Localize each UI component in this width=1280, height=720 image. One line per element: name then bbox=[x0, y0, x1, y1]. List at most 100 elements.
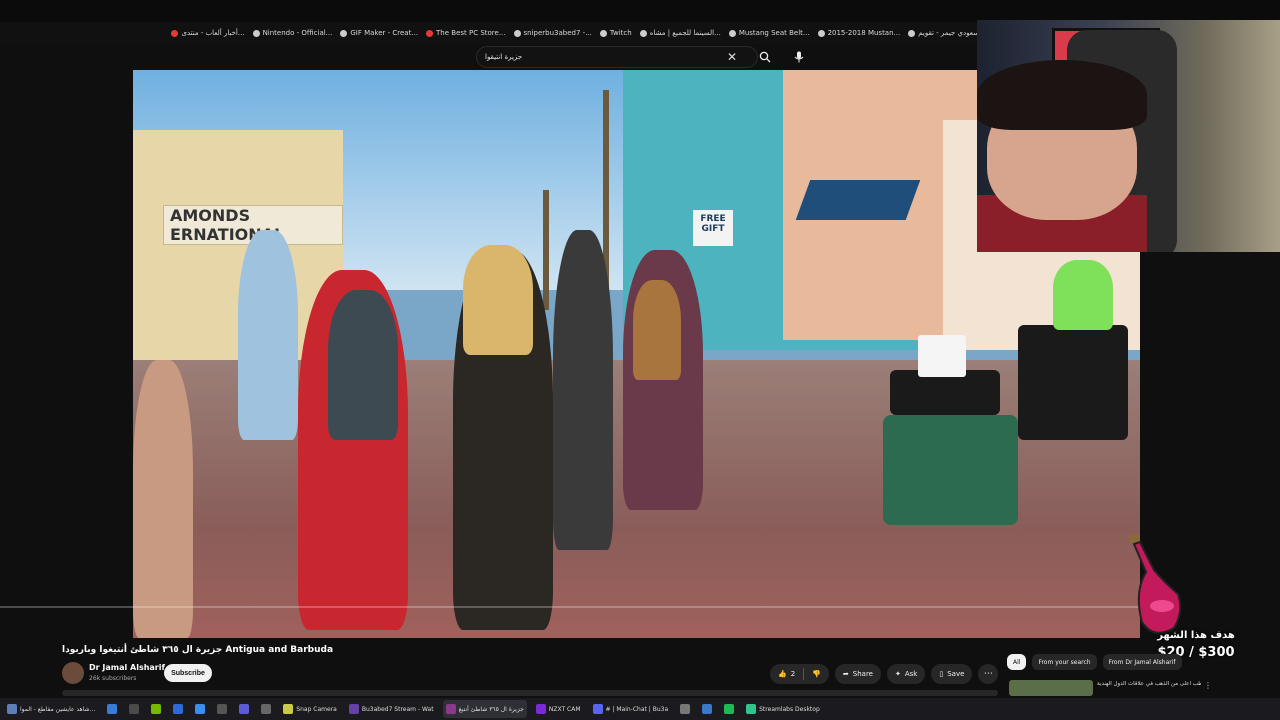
goal-title: هدف هذا الشهر bbox=[1157, 630, 1235, 641]
video-backpack bbox=[633, 280, 681, 380]
like-button[interactable]: 👍 2 bbox=[770, 664, 803, 684]
app-icon bbox=[261, 704, 272, 714]
recommended-more-icon[interactable]: ⋮ bbox=[1204, 681, 1212, 690]
taskbar-item[interactable] bbox=[126, 700, 142, 718]
tab-strip bbox=[0, 0, 1280, 22]
bookmark-label: The Best PC Store... bbox=[436, 29, 506, 37]
chip-all[interactable]: All bbox=[1007, 654, 1027, 670]
video-actions: 👍 2 👎 ➦ Share ✦ Ask ▯ Save ⋯ bbox=[770, 664, 999, 684]
subscribe-button[interactable]: Subscribe bbox=[164, 664, 212, 682]
app-icon bbox=[151, 704, 162, 714]
taskbar-item[interactable]: NZXT CAM bbox=[533, 700, 584, 718]
taskbar-item[interactable]: شاهد عايشين مقاطع - الموا... bbox=[4, 700, 98, 718]
video-free-gift-sign: FREE GIFT bbox=[693, 210, 733, 246]
recommended-thumbnail[interactable] bbox=[1009, 680, 1093, 696]
sparkle-icon: ✦ bbox=[894, 670, 901, 678]
bookmark-label: GIF Maker - Creat... bbox=[350, 29, 419, 37]
like-dislike-group: 👍 2 👎 bbox=[770, 664, 829, 684]
video-person bbox=[238, 230, 298, 440]
dislike-button[interactable]: 👎 bbox=[804, 664, 829, 684]
app-icon bbox=[746, 704, 757, 714]
thumbs-up-icon: 👍 bbox=[778, 670, 787, 678]
app-icon bbox=[107, 704, 118, 714]
bookmark-item[interactable]: سعودي جيمر - تقويم... bbox=[908, 29, 986, 37]
subscriber-count: 26k subscribers bbox=[89, 675, 137, 682]
search-box[interactable]: جزيرة انتيقوا ✕ bbox=[476, 46, 758, 68]
page-icon bbox=[252, 29, 260, 37]
bookmark-label: Nintendo - Official... bbox=[262, 29, 333, 37]
taskbar-item[interactable] bbox=[148, 700, 164, 718]
bookmark-label: Mustang Seat Belt... bbox=[738, 29, 810, 37]
save-button[interactable]: ▯ Save bbox=[931, 664, 973, 684]
bookmark-label: السينما للجميع | مشاه... bbox=[649, 29, 721, 37]
like-count: 2 bbox=[790, 670, 796, 678]
more-icon: ⋯ bbox=[983, 669, 993, 679]
taskbar-item[interactable] bbox=[236, 700, 252, 718]
share-button[interactable]: ➦ Share bbox=[834, 664, 881, 684]
app-icon bbox=[283, 704, 294, 714]
video-progress-bar[interactable] bbox=[0, 606, 1140, 608]
save-label: Save bbox=[947, 670, 965, 678]
microphone-icon bbox=[794, 51, 804, 63]
store-icon bbox=[426, 29, 434, 37]
bookmark-label: sniperbu3abed7 -... bbox=[523, 29, 592, 37]
taskbar-item[interactable]: # | Main-Chat | Bu3a bbox=[590, 700, 672, 718]
chip-from-search[interactable]: From your search bbox=[1032, 654, 1097, 670]
channel-avatar[interactable] bbox=[62, 662, 84, 684]
search-input[interactable]: جزيرة انتيقوا bbox=[485, 53, 727, 61]
taskbar-item[interactable]: جزيرة ال ٣٦٥ شاطئ أنتيغ bbox=[442, 700, 527, 718]
taskbar-item[interactable] bbox=[677, 700, 693, 718]
page-icon bbox=[728, 29, 736, 37]
ask-button[interactable]: ✦ Ask bbox=[886, 664, 926, 684]
taskbar-item[interactable] bbox=[214, 700, 230, 718]
bookmark-item[interactable]: السينما للجميع | مشاه... bbox=[639, 29, 721, 37]
app-icon bbox=[7, 704, 17, 714]
bookmark-item[interactable]: Nintendo - Official... bbox=[252, 29, 333, 37]
video-steel-drum bbox=[883, 415, 1018, 525]
taskbar-label: Snap Camera bbox=[296, 705, 337, 713]
video-palm bbox=[543, 190, 549, 310]
bookmark-item[interactable]: sniperbu3abed7 -... bbox=[513, 29, 592, 37]
app-icon bbox=[348, 704, 359, 714]
taskbar-item[interactable]: Bu3abed7 Stream - Wat bbox=[346, 700, 437, 718]
taskbar-item[interactable] bbox=[721, 700, 737, 718]
taskbar-label: NZXT CAM bbox=[548, 705, 581, 713]
bookmark-item[interactable]: The Best PC Store... bbox=[426, 29, 506, 37]
taskbar-label: شاهد عايشين مقاطع - الموا... bbox=[20, 705, 96, 713]
video-bucket bbox=[918, 335, 966, 377]
more-actions-button[interactable]: ⋯ bbox=[978, 664, 999, 684]
app-icon bbox=[445, 704, 456, 714]
app-icon bbox=[702, 704, 713, 714]
search-button[interactable] bbox=[752, 46, 778, 68]
app-icon bbox=[173, 704, 184, 714]
bookmark-item[interactable]: أخبار ألعاب - منتدى... bbox=[171, 29, 245, 37]
voice-search-button[interactable] bbox=[788, 46, 810, 68]
thumbs-down-icon: 👎 bbox=[812, 670, 821, 678]
description-box[interactable] bbox=[62, 690, 998, 696]
channel-name[interactable]: Dr Jamal Alsharif bbox=[89, 663, 165, 672]
bookmark-item[interactable]: Mustang Seat Belt... bbox=[728, 29, 810, 37]
taskbar-item[interactable] bbox=[192, 700, 208, 718]
page-icon bbox=[599, 29, 607, 37]
page-icon bbox=[817, 29, 825, 37]
taskbar-item[interactable]: Streamlabs Desktop bbox=[743, 700, 823, 718]
bookmark-item[interactable]: GIF Maker - Creat... bbox=[340, 29, 418, 37]
taskbar-item[interactable] bbox=[699, 700, 715, 718]
page-icon bbox=[513, 29, 521, 37]
video-person-green bbox=[1053, 260, 1113, 330]
taskbar-item[interactable] bbox=[170, 700, 186, 718]
video-person bbox=[553, 230, 613, 550]
share-icon: ➦ bbox=[842, 670, 849, 678]
taskbar-item[interactable] bbox=[104, 700, 120, 718]
recommended-title[interactable]: خطب أعلى من الذهب في علاقات الدول الهندي… bbox=[1097, 681, 1201, 687]
bookmark-icon: ▯ bbox=[939, 670, 944, 678]
app-icon bbox=[239, 704, 250, 714]
taskbar-item[interactable] bbox=[258, 700, 274, 718]
forum-icon bbox=[171, 29, 179, 37]
bookmark-item[interactable]: Twitch bbox=[599, 29, 632, 37]
chip-from-channel[interactable]: From Dr Jamal Alsharif bbox=[1102, 654, 1182, 670]
taskbar-item[interactable]: Snap Camera bbox=[280, 700, 340, 718]
bookmark-item[interactable]: 2015-2018 Mustan... bbox=[817, 29, 900, 37]
clear-search-icon[interactable]: ✕ bbox=[727, 50, 737, 64]
search-icon bbox=[759, 51, 771, 63]
